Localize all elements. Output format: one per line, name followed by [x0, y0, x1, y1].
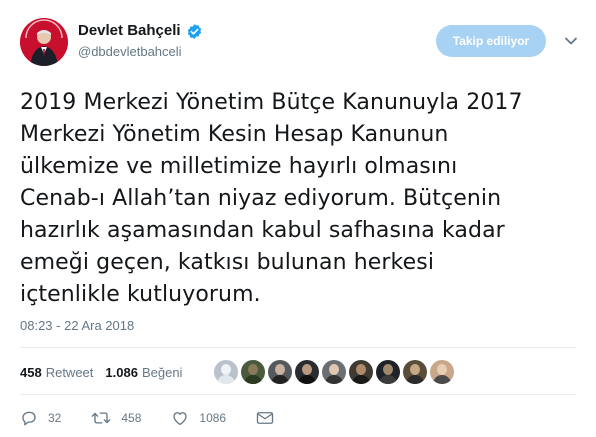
tweet-timestamp[interactable]: 08:23 - 22 Ara 2018 — [20, 318, 134, 333]
avatar[interactable] — [20, 18, 68, 66]
like-stat-label[interactable]: Beğeni — [142, 365, 182, 380]
message-action[interactable] — [256, 410, 284, 426]
like-action[interactable]: 1086 — [171, 409, 226, 427]
display-name[interactable]: Devlet Bahçeli — [78, 22, 181, 40]
retweet-stat-label[interactable]: Retweet — [46, 365, 94, 380]
user-names: Devlet Bahçeli @dbdevletbahceli — [78, 22, 203, 60]
user-handle[interactable]: @dbdevletbahceli — [78, 44, 203, 60]
tweet-header: Devlet Bahçeli @dbdevletbahceli Takip ed… — [20, 18, 580, 70]
like-count: 1086 — [199, 411, 227, 425]
divider — [20, 347, 576, 348]
reply-count: 32 — [48, 411, 62, 425]
envelope-icon[interactable] — [256, 410, 274, 426]
liker-avatar[interactable] — [322, 360, 346, 384]
divider — [20, 394, 576, 395]
retweet-count: 458 — [121, 411, 142, 425]
heart-icon[interactable] — [171, 409, 189, 427]
liker-avatar[interactable] — [403, 360, 427, 384]
display-name-row[interactable]: Devlet Bahçeli — [78, 22, 203, 40]
retweet-stat-count[interactable]: 458 — [20, 365, 42, 380]
chevron-down-icon[interactable] — [564, 34, 578, 48]
following-button[interactable]: Takip ediliyor — [436, 25, 546, 57]
liker-avatar[interactable] — [214, 360, 238, 384]
tweet-actions: 32 458 1086 — [20, 405, 314, 431]
like-stat-count[interactable]: 1.086 — [105, 365, 138, 380]
liker-avatar[interactable] — [295, 360, 319, 384]
verified-badge-icon — [187, 23, 201, 39]
reply-icon[interactable] — [20, 409, 38, 427]
liker-avatar[interactable] — [349, 360, 373, 384]
liker-avatar[interactable] — [430, 360, 454, 384]
retweet-icon[interactable] — [91, 409, 111, 427]
liker-avatar[interactable] — [376, 360, 400, 384]
avatar-image — [20, 18, 68, 66]
tweet-text: 2019 Merkezi Yönetim Bütçe Kanunuyla 201… — [20, 90, 523, 307]
tweet-stats: 458 Retweet 1.086 Beğeni — [20, 358, 194, 386]
liker-avatar[interactable] — [241, 360, 265, 384]
reply-action[interactable]: 32 — [20, 409, 61, 427]
liker-avatars — [214, 360, 454, 384]
liker-avatar[interactable] — [268, 360, 292, 384]
retweet-action[interactable]: 458 — [91, 409, 141, 427]
